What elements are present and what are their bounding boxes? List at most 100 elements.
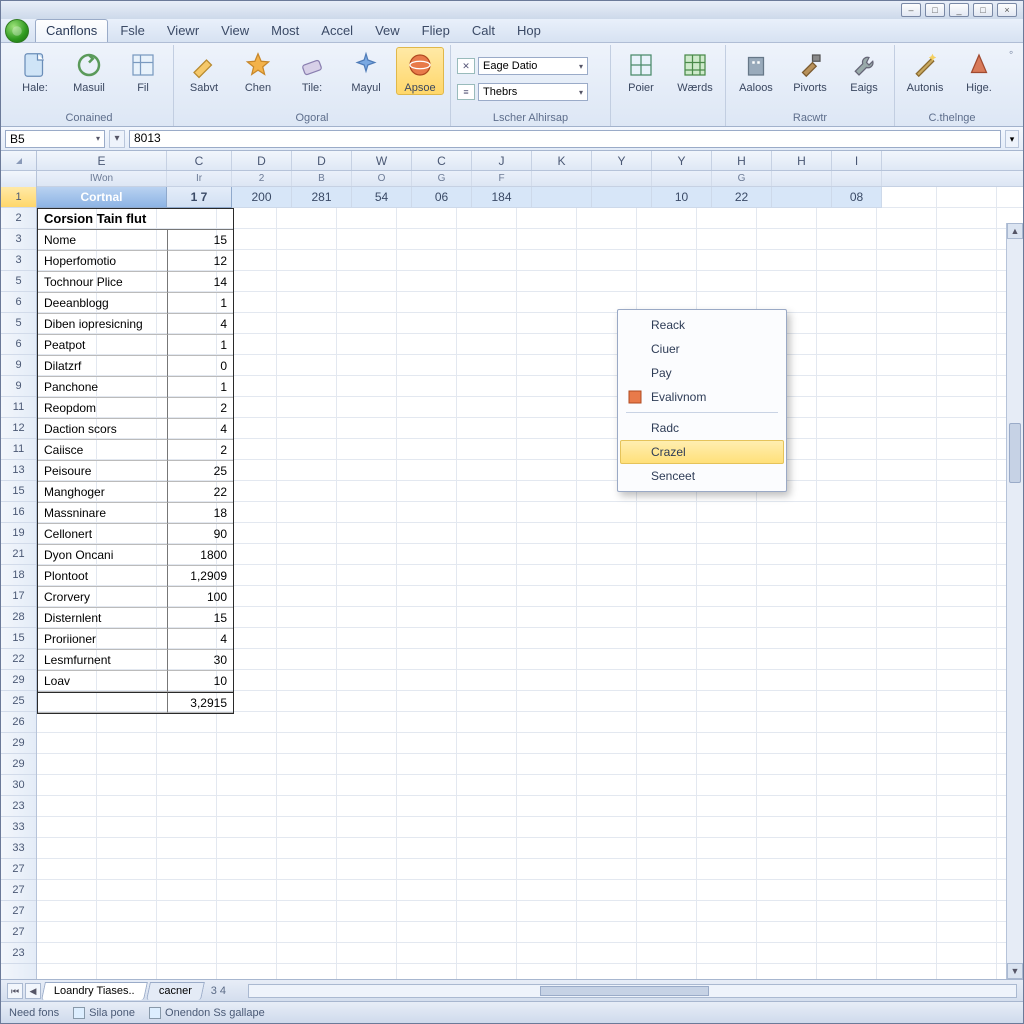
ribbon-btn-chen[interactable]: Chen	[234, 47, 282, 95]
ribbon-btn-mayul[interactable]: Mayul	[342, 47, 390, 95]
row-header[interactable]: 27	[1, 880, 36, 901]
table-cell-name[interactable]: Caiisce	[38, 440, 168, 461]
ribbon-btn-apsoe[interactable]: Apsoe	[396, 47, 444, 95]
table-cell-name[interactable]: Deeanblogg	[38, 293, 168, 314]
formula-input[interactable]: 8013	[129, 130, 1001, 148]
row-header[interactable]: 23	[1, 943, 36, 964]
table-cell-value[interactable]: 90	[168, 524, 233, 545]
table-cell-value[interactable]: 15	[168, 608, 233, 629]
ribbon-btn-hige[interactable]: Hige.	[955, 47, 1003, 95]
col-header-C2[interactable]: C	[412, 151, 472, 170]
table-cell-name[interactable]: Nome	[38, 230, 168, 251]
row-header[interactable]: 6	[1, 292, 36, 313]
cell-184[interactable]: 184	[472, 187, 532, 208]
vertical-scrollbar[interactable]: ▲ ▼	[1006, 223, 1023, 979]
context-menu-item[interactable]: Radc	[620, 416, 784, 440]
row-header[interactable]: 11	[1, 439, 36, 460]
table-cell-name[interactable]: Daction scors	[38, 419, 168, 440]
table-cell-value[interactable]: 12	[168, 251, 233, 272]
table-cell-value[interactable]: 22	[168, 482, 233, 503]
table-cell-name[interactable]: Panchone	[38, 377, 168, 398]
col-header-H2[interactable]: H	[772, 151, 832, 170]
row-header[interactable]: 27	[1, 922, 36, 943]
table-cell-value[interactable]: 1,2909	[168, 566, 233, 587]
row-header[interactable]: 21	[1, 544, 36, 565]
cut-icon[interactable]: ✕	[457, 58, 475, 74]
tab-accel[interactable]: Accel	[311, 20, 363, 42]
window-help-button-2[interactable]: □	[925, 3, 945, 17]
cell-08[interactable]: 08	[832, 187, 882, 208]
table-cell-name[interactable]: Tochnour Plice	[38, 272, 168, 293]
row-header[interactable]: 27	[1, 859, 36, 880]
window-help-button-1[interactable]: –	[901, 3, 921, 17]
col-header-D2[interactable]: D	[292, 151, 352, 170]
ribbon-btn-tile[interactable]: Tile:	[288, 47, 336, 95]
col-header-K[interactable]: K	[532, 151, 592, 170]
ribbon-btn-hale[interactable]: Hale:	[11, 47, 59, 95]
col-header-H[interactable]: H	[712, 151, 772, 170]
row-header[interactable]: 12	[1, 418, 36, 439]
cell-54[interactable]: 54	[352, 187, 412, 208]
row-header[interactable]: 15	[1, 481, 36, 502]
window-close-button[interactable]: ×	[997, 3, 1017, 17]
ribbon-btn-masuil[interactable]: Masuil	[65, 47, 113, 95]
tab-nav-prev[interactable]: ◀	[25, 983, 41, 999]
table-cell-value[interactable]: 100	[168, 587, 233, 608]
tab-calt[interactable]: Calt	[462, 20, 505, 42]
scroll-thumb[interactable]	[1009, 423, 1021, 483]
tab-fsle[interactable]: Fsle	[110, 20, 155, 42]
row-header[interactable]: 33	[1, 817, 36, 838]
col-header-Y[interactable]: Y	[592, 151, 652, 170]
table-cell-value[interactable]: 2	[168, 440, 233, 461]
table-cell-value[interactable]: 30	[168, 650, 233, 671]
ribbon-btn-aaloos[interactable]: Aaloos	[732, 47, 780, 95]
table-cell-name[interactable]: Reopdom	[38, 398, 168, 419]
col-header-W[interactable]: W	[352, 151, 412, 170]
table-cell-name[interactable]: Crorvery	[38, 587, 168, 608]
horizontal-scrollbar[interactable]	[248, 984, 1017, 998]
row-header[interactable]: 28	[1, 607, 36, 628]
context-menu-item[interactable]: Pay	[620, 361, 784, 385]
hscroll-thumb[interactable]	[540, 986, 709, 996]
table-cell-name[interactable]: Dyon Oncani	[38, 545, 168, 566]
row-header[interactable]: 11	[1, 397, 36, 418]
table-cell-name[interactable]: Peatpot	[38, 335, 168, 356]
tab-vew[interactable]: Vew	[365, 20, 410, 42]
row-header[interactable]: 30	[1, 775, 36, 796]
col-header-J[interactable]: J	[472, 151, 532, 170]
table-cell-name[interactable]: Diben iopresicning	[38, 314, 168, 335]
table-cell-value[interactable]: 1	[168, 377, 233, 398]
table-cell-name[interactable]: Disternlent	[38, 608, 168, 629]
cell-200[interactable]: 200	[232, 187, 292, 208]
table-cell-name[interactable]: Proriioner	[38, 629, 168, 650]
tab-fliep[interactable]: Fliep	[412, 20, 460, 42]
tab-hop[interactable]: Hop	[507, 20, 551, 42]
row-header[interactable]: 17	[1, 586, 36, 607]
table-cell-name[interactable]: Dilatzrf	[38, 356, 168, 377]
context-menu-item[interactable]: Crazel	[620, 440, 784, 464]
row-header[interactable]: 6	[1, 334, 36, 355]
sheet-tab-loandry[interactable]: Loandry Tiases..	[41, 982, 148, 1000]
row-header[interactable]: 9	[1, 355, 36, 376]
table-cell-value[interactable]: 4	[168, 629, 233, 650]
row-header[interactable]: 2	[1, 208, 36, 229]
row-header[interactable]: 22	[1, 649, 36, 670]
row-header[interactable]: 27	[1, 901, 36, 922]
cell-cortnal[interactable]: Cortnal	[37, 187, 167, 208]
context-menu-item[interactable]: Evalivnom	[620, 385, 784, 409]
context-menu-item[interactable]: Reack	[620, 313, 784, 337]
table-cell-value[interactable]: 15	[168, 230, 233, 251]
row-header[interactable]: 29	[1, 670, 36, 691]
table-cell-value[interactable]: 1	[168, 335, 233, 356]
col-header-Y2[interactable]: Y	[652, 151, 712, 170]
row-header[interactable]: 9	[1, 376, 36, 397]
window-min-button[interactable]: _	[949, 3, 969, 17]
table-cell-name[interactable]: Hoperfomotio	[38, 251, 168, 272]
row-header[interactable]: 3	[1, 250, 36, 271]
col-header-D[interactable]: D	[232, 151, 292, 170]
table-cell-name[interactable]: Cellonert	[38, 524, 168, 545]
col-header-E[interactable]: E	[37, 151, 167, 170]
tab-view[interactable]: View	[211, 20, 259, 42]
table-cell-value[interactable]: 4	[168, 314, 233, 335]
cell-10[interactable]: 10	[652, 187, 712, 208]
